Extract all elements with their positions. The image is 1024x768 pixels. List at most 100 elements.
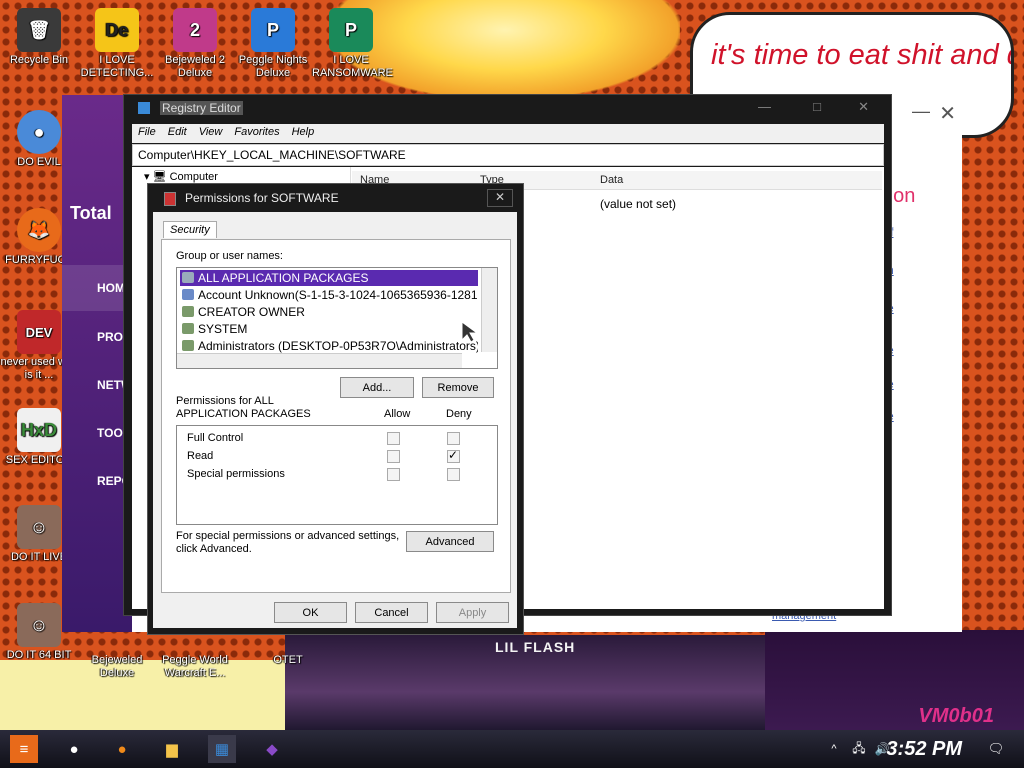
menu-file[interactable]: File: [132, 124, 162, 140]
user-name: Administrators (DESKTOP-0P53R7O\Administ…: [198, 339, 478, 353]
registry-address-bar[interactable]: Computer\HKEY_LOCAL_MACHINE\SOFTWARE: [132, 144, 884, 166]
hxd-icon: HxD: [17, 408, 61, 452]
desktop-icon-otet[interactable]: OTET: [258, 640, 318, 667]
advanced-hint-2: click Advanced.: [176, 543, 252, 555]
close-icon[interactable]: ✕: [939, 101, 956, 126]
totalav-nav-home[interactable]: HOME: [62, 265, 133, 311]
totalav-sidebar: Total HOME PROT NETW TOOL REPO: [62, 95, 133, 632]
perm-read: Read: [187, 450, 214, 462]
deny-read-checkbox[interactable]: [447, 448, 460, 463]
column-data[interactable]: Data: [600, 174, 623, 186]
desktop-icon-recycle-bin[interactable]: 🗑 Recycle Bin: [0, 8, 78, 67]
computer-icon: 🖥: [152, 171, 167, 183]
desktop-icon-label: Peggle World Warcraft E...: [162, 654, 228, 679]
totalav-taskbar-icon[interactable]: ◆: [258, 735, 286, 763]
poster-text: LIL FLASH: [495, 639, 576, 655]
packages-icon: [182, 272, 194, 283]
account-icon: [182, 289, 194, 300]
firefox-icon: 🦊: [17, 208, 61, 252]
desktop-icon-ransomware[interactable]: P I LOVE RANSOMWARE: [312, 8, 393, 80]
wallpaper-poster: LIL FLASH: [285, 635, 765, 730]
close-icon[interactable]: ✕: [487, 189, 513, 207]
advanced-hint-1: For special permissions or advanced sett…: [176, 530, 400, 542]
bejeweled-icon: 2: [173, 8, 217, 52]
desktop-icon-label: Peggle Nights Deluxe: [238, 54, 308, 79]
list-item[interactable]: Account Unknown(S-1-15-3-1024-1065365936…: [180, 287, 478, 303]
users-icon: [182, 306, 194, 317]
speech-text: it's time to eat shit and die and show: [711, 39, 1011, 71]
minimize-icon[interactable]: —: [758, 99, 771, 114]
tab-security[interactable]: Security: [163, 221, 217, 238]
allow-full-control-checkbox[interactable]: [387, 432, 400, 445]
deny-header: Deny: [446, 408, 472, 420]
desktop-icon-label: Recycle Bin: [9, 54, 69, 66]
permissions-for-label-1: Permissions for ALL: [176, 395, 274, 407]
close-icon[interactable]: ✕: [858, 99, 869, 115]
chrome-taskbar-icon[interactable]: ●: [60, 735, 88, 763]
portrait-icon: ☺: [17, 603, 61, 647]
vertical-scrollbar[interactable]: [481, 268, 497, 352]
firefox-taskbar-icon[interactable]: ●: [108, 735, 136, 763]
tree-node-computer[interactable]: ▾ 🖥 Computer: [144, 170, 218, 183]
menu-favorites[interactable]: Favorites: [228, 124, 285, 140]
registry-titlebar[interactable]: Registry Editor — □ ✕: [124, 95, 891, 122]
start-button[interactable]: ≡: [10, 735, 38, 763]
maximize-icon[interactable]: □: [813, 99, 821, 114]
permissions-content: Security Group or user names: ALL APPLIC…: [153, 212, 517, 628]
permissions-title: Permissions for SOFTWARE: [185, 191, 339, 205]
wallpaper-tag: VM0b01: [918, 705, 994, 727]
users-icon: [182, 340, 194, 351]
allow-read-checkbox[interactable]: [387, 450, 400, 463]
perm-full-control: Full Control: [187, 432, 244, 444]
wallpaper-art-right: VM0b01: [765, 630, 1024, 730]
regedit-taskbar-icon[interactable]: ▦: [208, 735, 236, 763]
user-name: Account Unknown(S-1-15-3-1024-1065365936…: [198, 288, 478, 302]
peggle-icon: P: [251, 8, 295, 52]
registry-value-data[interactable]: (value not set): [600, 197, 676, 211]
desktop-icon-detecting[interactable]: De I LOVE DETECTING...: [78, 8, 156, 80]
security-tab-pane: Group or user names: ALL APPLICATION PAC…: [161, 239, 511, 593]
portrait-icon: ☺: [17, 505, 61, 549]
de-app-icon: De: [95, 8, 139, 52]
users-icon: [182, 323, 194, 334]
horizontal-scrollbar[interactable]: [177, 353, 462, 368]
desktop-icon-bejeweled[interactable]: Bejeweled Deluxe: [78, 628, 156, 680]
user-name: CREATOR OWNER: [198, 305, 305, 319]
desktop-icon-label: OTET: [273, 654, 303, 666]
tray-chevron-icon[interactable]: ^: [820, 735, 848, 763]
deny-full-control-checkbox[interactable]: [447, 432, 460, 445]
taskbar-clock[interactable]: 3:52 PM: [886, 738, 962, 761]
app-icon: [266, 640, 310, 652]
remove-button[interactable]: Remove: [422, 377, 494, 398]
desktop-icon-label: I LOVE RANSOMWARE: [312, 54, 393, 79]
registry-title: Registry Editor: [160, 101, 243, 115]
menu-edit[interactable]: Edit: [162, 124, 193, 140]
notification-icon[interactable]: 🗨: [982, 735, 1010, 763]
list-item[interactable]: ALL APPLICATION PACKAGES: [180, 270, 478, 286]
list-item[interactable]: SYSTEM: [180, 321, 478, 337]
desktop-icon-bejeweled2[interactable]: 2 Bejeweled 2 Deluxe: [156, 8, 234, 80]
menu-help[interactable]: Help: [286, 124, 321, 140]
allow-special-checkbox[interactable]: [387, 468, 400, 481]
minimize-icon[interactable]: —: [912, 101, 930, 122]
user-list[interactable]: ALL APPLICATION PACKAGES Account Unknown…: [176, 267, 498, 369]
cancel-button[interactable]: Cancel: [355, 602, 428, 623]
list-item[interactable]: CREATOR OWNER: [180, 304, 478, 320]
apply-button[interactable]: Apply: [436, 602, 509, 623]
desktop-icon-peggle-nights[interactable]: P Peggle Nights Deluxe: [234, 8, 312, 80]
permissions-for-label-2: APPLICATION PACKAGES: [176, 408, 311, 420]
file-explorer-icon[interactable]: ▆: [158, 735, 186, 763]
advanced-button[interactable]: Advanced: [406, 531, 494, 552]
tree-node-label: Computer: [169, 171, 218, 183]
list-item[interactable]: Administrators (DESKTOP-0P53R7O\Administ…: [180, 338, 478, 354]
add-button[interactable]: Add...: [340, 377, 414, 398]
desktop-icon-peggle-world[interactable]: Peggle World Warcraft E...: [156, 628, 234, 680]
deny-special-checkbox[interactable]: [447, 468, 460, 481]
user-name: ALL APPLICATION PACKAGES: [198, 271, 369, 285]
mouse-cursor-icon: [461, 321, 479, 343]
chrome-icon: ●: [17, 110, 61, 154]
ok-button[interactable]: OK: [274, 602, 347, 623]
permissions-titlebar[interactable]: Permissions for SOFTWARE ✕: [148, 184, 523, 212]
recycle-bin-icon: 🗑: [17, 8, 61, 52]
menu-view[interactable]: View: [193, 124, 229, 140]
